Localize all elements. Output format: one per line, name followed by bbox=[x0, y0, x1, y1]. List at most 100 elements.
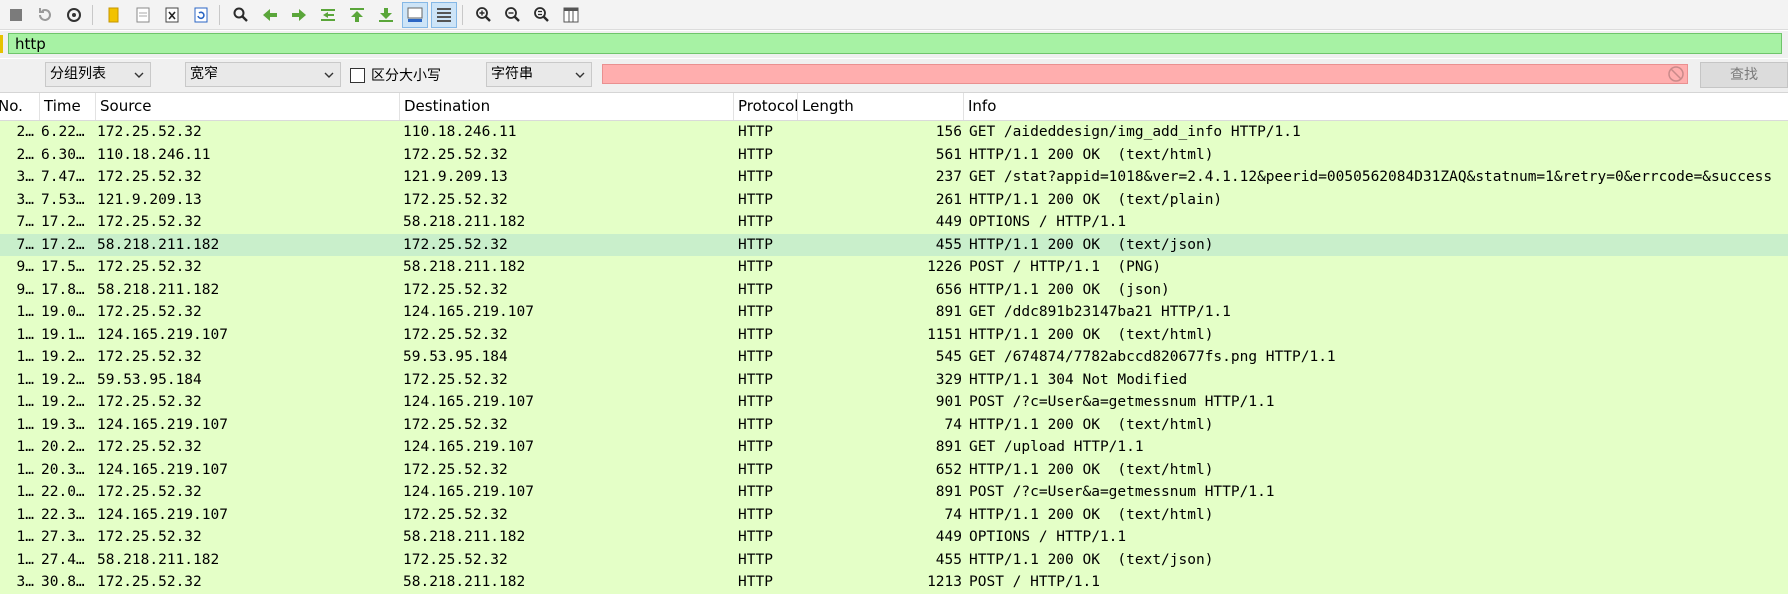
packet-row[interactable]: 3… 7.47… 172.25.52.32 121.9.209.13 HTTP 237 GE… bbox=[0, 166, 1788, 189]
packet-destination-cell: 172.25.52.32 bbox=[403, 371, 508, 388]
go-to-packet-button[interactable] bbox=[315, 2, 341, 28]
filter-bookmark-marker[interactable] bbox=[0, 35, 3, 53]
packet-list[interactable]: No. Time Source Destination Protocol Len… bbox=[0, 93, 1788, 602]
packet-source-cell: 172.25.52.32 bbox=[97, 124, 202, 140]
capture-options-button[interactable] bbox=[61, 2, 87, 28]
packet-protocol-cell: HTTP bbox=[738, 191, 773, 208]
packet-info-cell: HTTP/1.1 200 OK (json) bbox=[969, 281, 1170, 298]
packet-length-cell: 891 bbox=[935, 304, 962, 320]
packet-no-cell: 3… bbox=[16, 191, 34, 208]
column-header-length[interactable]: Length bbox=[798, 93, 964, 120]
packet-length-cell: 449 bbox=[935, 529, 962, 545]
go-back-button[interactable] bbox=[257, 2, 283, 28]
packet-protocol-cell: HTTP bbox=[738, 349, 773, 365]
packet-info-cell: OPTIONS / HTTP/1.1 bbox=[969, 529, 1127, 545]
restart-capture-button[interactable] bbox=[32, 2, 58, 28]
packet-destination-cell: 172.25.52.32 bbox=[403, 236, 508, 253]
packet-row[interactable]: 1… 20.2… 172.25.52.32 124.165.219.107 HTTP 89… bbox=[0, 436, 1788, 459]
charset-select[interactable]: 宽窄 bbox=[185, 62, 341, 87]
packet-row[interactable]: 3… 30.8… 172.25.52.32 58.218.211.182 HTTP 121… bbox=[0, 571, 1788, 594]
stop-capture-button[interactable] bbox=[3, 2, 29, 28]
open-file-button[interactable] bbox=[101, 2, 127, 28]
packet-time-cell: 19.2… bbox=[41, 349, 85, 365]
packet-protocol-cell: HTTP bbox=[738, 394, 773, 410]
packet-time-cell: 19.1… bbox=[41, 326, 85, 343]
auto-scroll-button[interactable] bbox=[402, 1, 428, 28]
search-input[interactable] bbox=[602, 64, 1688, 84]
packet-info-cell: HTTP/1.1 200 OK (text/html) bbox=[969, 461, 1214, 478]
packet-no-cell: 1… bbox=[16, 416, 34, 433]
packet-source-cell: 172.25.52.32 bbox=[97, 259, 202, 275]
colorize-button[interactable] bbox=[431, 1, 457, 28]
go-last-packet-button[interactable] bbox=[373, 2, 399, 28]
packet-destination-cell: 59.53.95.184 bbox=[403, 349, 508, 365]
packet-protocol-cell: HTTP bbox=[738, 124, 773, 140]
find-packet-button[interactable] bbox=[228, 2, 254, 28]
reload-file-button[interactable] bbox=[188, 2, 214, 28]
search-type-select[interactable]: 字符串 bbox=[486, 62, 592, 87]
packet-row[interactable]: 1… 27.3… 172.25.52.32 58.218.211.182 HTTP 449… bbox=[0, 526, 1788, 549]
case-sensitive-checkbox[interactable]: 区分大小写 bbox=[350, 65, 441, 85]
packet-row[interactable]: 1… 19.3… 124.165.219.107 172.25.52.32 HTTP 74… bbox=[0, 413, 1788, 436]
packet-destination-cell: 58.218.211.182 bbox=[403, 529, 526, 545]
packet-row[interactable]: 3… 7.53… 121.9.209.13 172.25.52.32 HTTP 261 HT… bbox=[0, 188, 1788, 211]
packet-no-cell: 1… bbox=[16, 439, 34, 455]
packet-time-cell: 22.3… bbox=[41, 506, 85, 523]
packet-source-cell: 172.25.52.32 bbox=[97, 304, 202, 320]
column-header-time[interactable]: Time bbox=[40, 93, 96, 120]
find-button[interactable]: 查找 bbox=[1700, 62, 1788, 88]
search-type-value: 字符串 bbox=[491, 66, 533, 82]
packet-row[interactable]: 1… 19.2… 172.25.52.32 124.165.219.107 HTTP 90… bbox=[0, 391, 1788, 414]
packet-info-cell: HTTP/1.1 200 OK (text/plain) bbox=[969, 191, 1223, 208]
packet-time-cell: 19.2… bbox=[41, 394, 85, 410]
packet-row[interactable]: 9… 17.8… 58.218.211.182 172.25.52.32 HTTP 656… bbox=[0, 278, 1788, 301]
go-first-packet-button[interactable] bbox=[344, 2, 370, 28]
packet-row[interactable]: 1… 19.0… 172.25.52.32 124.165.219.107 HTTP 89… bbox=[0, 301, 1788, 324]
column-header-info[interactable]: Info bbox=[964, 93, 1788, 120]
display-filter-input[interactable] bbox=[8, 33, 1782, 54]
zoom-out-button[interactable] bbox=[500, 2, 526, 28]
close-file-button[interactable] bbox=[159, 2, 185, 28]
clear-search-icon[interactable] bbox=[1667, 65, 1685, 83]
packet-info-cell: POST / HTTP/1.1 bbox=[969, 574, 1100, 590]
packet-row[interactable]: 2… 6.30… 110.18.246.11 172.25.52.32 HTTP 561 H… bbox=[0, 143, 1788, 166]
packet-row[interactable]: 1… 19.1… 124.165.219.107 172.25.52.32 HTTP 11… bbox=[0, 323, 1788, 346]
packet-destination-cell: 110.18.246.11 bbox=[403, 124, 517, 140]
packet-row[interactable]: 9… 17.5… 172.25.52.32 58.218.211.182 HTTP 122… bbox=[0, 256, 1788, 279]
packet-row[interactable]: 7… 17.2… 58.218.211.182 172.25.52.32 HTTP 455… bbox=[0, 233, 1788, 256]
packet-no-cell: 1… bbox=[16, 394, 34, 410]
packet-protocol-cell: HTTP bbox=[738, 214, 773, 230]
auto-scroll-icon bbox=[407, 7, 423, 22]
packet-row[interactable]: 1… 19.2… 172.25.52.32 59.53.95.184 HTTP 545 GE… bbox=[0, 346, 1788, 369]
column-header-no[interactable]: No. bbox=[0, 93, 40, 120]
zoom-normal-button[interactable] bbox=[529, 2, 555, 28]
zoom-in-button[interactable] bbox=[471, 2, 497, 28]
packet-row[interactable]: 2… 6.22… 172.25.52.32 110.18.246.11 HTTP 156 G… bbox=[0, 121, 1788, 144]
save-file-button[interactable] bbox=[130, 2, 156, 28]
go-forward-button[interactable] bbox=[286, 2, 312, 28]
checkbox-box[interactable] bbox=[350, 67, 365, 83]
column-header-destination[interactable]: Destination bbox=[400, 93, 734, 120]
search-scope-select[interactable]: 分组列表 bbox=[45, 62, 151, 87]
packet-no-cell: 1… bbox=[16, 529, 34, 545]
packet-row[interactable]: 1… 22.3… 124.165.219.107 172.25.52.32 HTTP 74… bbox=[0, 503, 1788, 526]
packet-row[interactable]: 7… 17.2… 172.25.52.32 58.218.211.182 HTTP 449… bbox=[0, 211, 1788, 234]
packet-destination-cell: 124.165.219.107 bbox=[403, 304, 534, 320]
packet-time-cell: 17.2… bbox=[41, 236, 85, 253]
packet-row[interactable]: 1… 19.2… 59.53.95.184 172.25.52.32 HTTP 329 HT… bbox=[0, 368, 1788, 391]
column-header-protocol[interactable]: Protocol bbox=[734, 93, 798, 120]
packet-source-cell: 172.25.52.32 bbox=[97, 349, 202, 365]
packet-info-cell: HTTP/1.1 200 OK (text/json) bbox=[969, 236, 1214, 253]
packet-row[interactable]: 1… 20.3… 124.165.219.107 172.25.52.32 HTTP 65… bbox=[0, 458, 1788, 481]
packet-row[interactable]: 1… 27.4… 58.218.211.182 172.25.52.32 HTTP 455… bbox=[0, 548, 1788, 571]
packet-length-cell: 1213 bbox=[927, 574, 962, 590]
packet-no-cell: 3… bbox=[16, 169, 34, 185]
colorize-icon bbox=[437, 7, 451, 22]
packet-row[interactable]: 1… 22.0… 172.25.52.32 124.165.219.107 HTTP 89… bbox=[0, 481, 1788, 504]
packet-time-cell: 19.3… bbox=[41, 416, 85, 433]
packet-protocol-cell: HTTP bbox=[738, 169, 773, 185]
column-header-source[interactable]: Source bbox=[96, 93, 400, 120]
resize-columns-button[interactable] bbox=[558, 2, 584, 28]
packet-protocol-cell: HTTP bbox=[738, 371, 773, 388]
packet-source-cell: 124.165.219.107 bbox=[97, 461, 228, 478]
